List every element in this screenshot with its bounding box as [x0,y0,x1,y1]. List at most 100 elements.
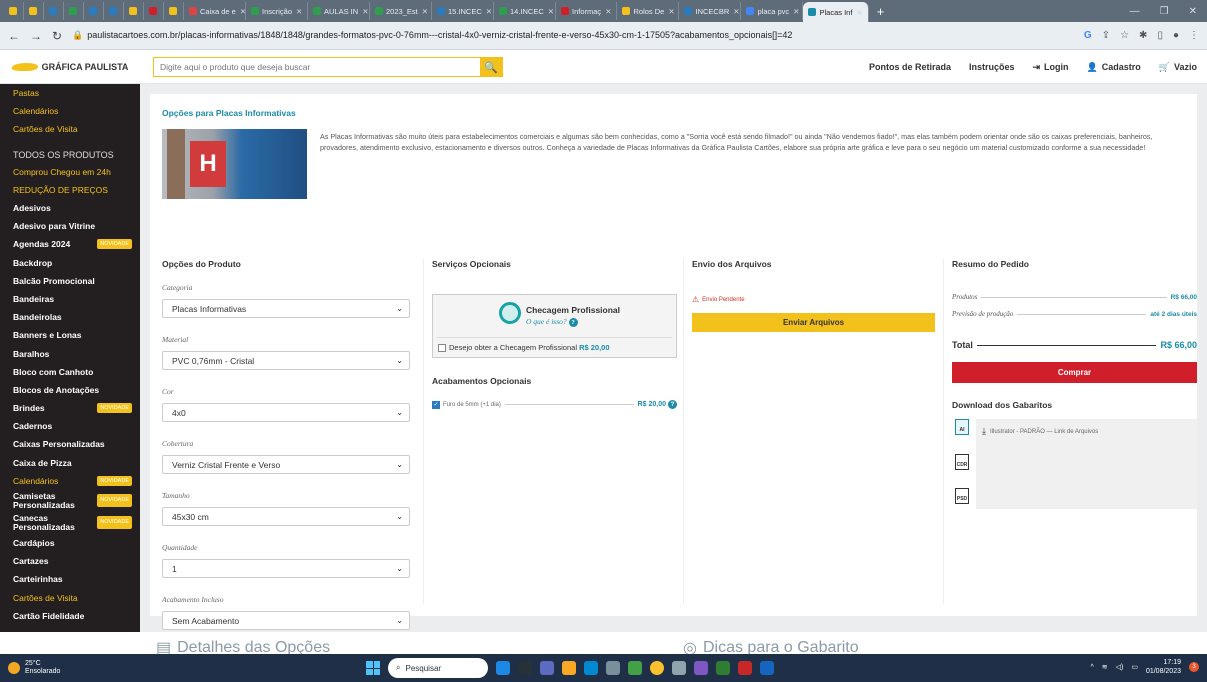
send-files-button[interactable]: Enviar Arquivos [692,313,935,332]
restore-icon[interactable]: ❐ [1160,6,1169,17]
notification-badge[interactable]: 3 [1189,662,1199,672]
browser-tab[interactable] [44,2,64,20]
close-tab-icon[interactable]: ✕ [668,7,674,16]
browser-tab[interactable]: 15.INCEC ✕ [432,2,494,20]
sidebar-item[interactable]: Camisetas Personalizadas NOVIDADE [0,490,140,512]
site-logo[interactable]: GRÁFICA PAULISTA [0,50,140,84]
browser-tab[interactable] [164,2,184,20]
option-select[interactable]: Sem Acabamento ⌄ [162,611,410,630]
tab-placas-informativas[interactable]: Placas Inf ✕ [803,2,869,22]
close-tab-icon[interactable]: ✕ [793,7,799,16]
browser-tab[interactable]: INCECBR ✕ [679,2,742,20]
volume-icon[interactable]: ◁) [1116,663,1124,671]
nav-login[interactable]: ⇥ Login [1032,62,1068,73]
close-tab-icon[interactable]: ✕ [362,7,368,16]
sidebar-item[interactable]: Carteirinhas [0,570,140,588]
option-select[interactable]: Placas Informativas ⌄ [162,299,410,318]
browser-tab[interactable] [144,2,164,20]
chevron-up-icon[interactable]: ^ [1090,664,1093,671]
sidebar-item[interactable]: Cartões de Visita [0,120,140,138]
sidebar-item[interactable]: Caixas Personalizadas [0,435,140,453]
buy-button[interactable]: Comprar [952,362,1197,383]
help-icon[interactable]: ? [568,318,578,327]
search-input[interactable] [154,58,480,76]
minimize-icon[interactable]: — [1130,6,1140,17]
nav-pontos-de-retirada[interactable]: Pontos de Retirada [869,62,951,72]
word-icon[interactable] [760,661,774,675]
finish-checkbox[interactable]: ✓ [432,400,440,409]
reload-icon[interactable]: ↻ [52,29,62,43]
close-tab-icon[interactable]: ✕ [856,8,862,17]
calculator-icon[interactable] [672,661,686,675]
browser-tab[interactable]: Informaç ✕ [556,2,618,20]
store-icon[interactable] [584,661,598,675]
template-psd-icon[interactable]: PSD [955,488,969,504]
url-field[interactable]: 🔒 paulistacartoes.com.br/placas-informati… [72,30,1074,41]
sidebar-item[interactable]: Cardápios [0,534,140,552]
help-icon[interactable]: ? [668,400,677,409]
browser-tab[interactable] [104,2,124,20]
close-tab-icon[interactable]: ✕ [486,7,492,16]
sidebar-item[interactable]: Pastas [0,84,140,102]
sidebar-item[interactable]: Calendários NOVIDADE [0,472,140,490]
taskview-icon[interactable] [518,661,532,675]
option-select[interactable]: 1 ⌄ [162,559,410,578]
new-tab-button[interactable]: + [869,4,893,19]
sidebar-item[interactable]: Bandeiras [0,290,140,308]
sidebar-item[interactable]: Calendários [0,102,140,120]
sidebar-item[interactable]: Canecas Personalizadas NOVIDADE [0,512,140,534]
sidebar-item[interactable]: REDUÇÃO DE PREÇOS [0,181,140,199]
option-select[interactable]: Verniz Cristal Frente e Verso ⌄ [162,455,410,474]
check-option[interactable]: Desejo obter a Checagem Profissional R$ … [438,343,610,352]
browser-tab[interactable] [64,2,84,20]
browser-tab[interactable]: placa pvc ✕ [741,2,804,20]
nav-cadastro[interactable]: 👤 Cadastro [1087,62,1141,73]
nav-cart[interactable]: 🛒 Vazio [1159,62,1197,73]
template-download-link[interactable]: ⤓ Illustrator - PADRÃO — Link de Arquivos [982,426,1098,437]
snipping-icon[interactable] [694,661,708,675]
sidebar-item[interactable]: Baralhos [0,344,140,362]
browser-tab[interactable]: 2023_Est ✕ [370,2,432,20]
sidebar-item[interactable]: Bloco com Canhoto [0,363,140,381]
bing-app-icon[interactable] [496,661,510,675]
sidebar-item[interactable]: Comprou Chegou em 24h [0,163,140,181]
close-tab-icon[interactable]: ✕ [733,7,739,16]
browser-tab[interactable]: 14.INCEC ✕ [494,2,556,20]
close-tab-icon[interactable]: ✕ [422,7,428,16]
weather-widget[interactable]: 25°C Ensolarado [0,660,120,676]
excel-icon[interactable] [716,661,730,675]
sidebar-item[interactable]: Adesivos [0,199,140,217]
sidebar-item[interactable]: Balcão Promocional [0,272,140,290]
sidebar-item[interactable]: Brindes NOVIDADE [0,399,140,417]
option-select[interactable]: 45x30 cm ⌄ [162,507,410,526]
profile-avatar-icon[interactable]: ● [1173,30,1179,41]
sidebar-item[interactable]: Caixa de Pizza [0,454,140,472]
chrome-icon[interactable] [650,661,664,675]
search-button[interactable]: 🔍 [480,58,502,76]
browser-tab[interactable]: Rolos De ✕ [617,2,680,20]
settings-gear-icon[interactable] [606,661,620,675]
browser-tab[interactable] [24,2,44,20]
close-tab-icon[interactable]: ✕ [296,7,302,16]
sidebar-item[interactable]: Blocos de Anotações [0,381,140,399]
option-select[interactable]: 4x0 ⌄ [162,403,410,422]
browser-tab[interactable]: Caixa de e ✕ [184,2,246,20]
nav-instrucoes[interactable]: Instruções [969,62,1015,72]
clock[interactable]: 17:19 01/08/2023 [1146,658,1181,676]
sidebar-item[interactable]: Cartão Fidelidade [0,607,140,625]
whatsapp-icon[interactable] [628,661,642,675]
google-icon[interactable]: G [1084,30,1092,41]
sidebar-item[interactable]: TODOS OS PRODUTOS [0,139,140,163]
option-select[interactable]: PVC 0,76mm - Cristal ⌄ [162,351,410,370]
check-option-checkbox[interactable] [438,343,446,352]
sidebar-item[interactable]: Cartazes [0,552,140,570]
sidebar-item[interactable]: Cartões de Visita [0,589,140,607]
bookmark-star-icon[interactable]: ☆ [1120,30,1129,41]
browser-tab[interactable] [4,2,24,20]
browser-tab[interactable]: Inscrição ✕ [246,2,308,20]
close-window-icon[interactable]: ✕ [1189,6,1197,17]
taskbar-search[interactable]: ⌕ Pesquisar [388,658,488,678]
template-ai-icon[interactable]: AI [955,419,969,435]
back-icon[interactable]: ← [8,29,20,43]
sidebar-item[interactable]: Agendas 2024 NOVIDADE [0,235,140,253]
